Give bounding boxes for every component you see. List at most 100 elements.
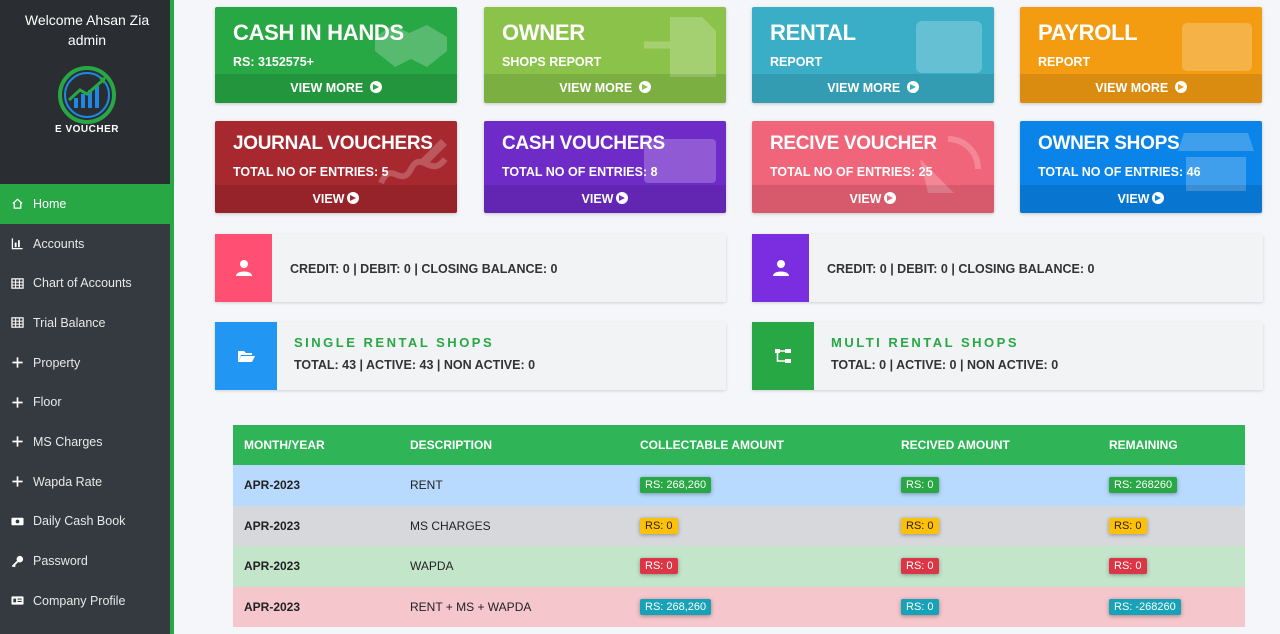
amount-badge: RS: 0 xyxy=(1109,517,1147,534)
sidebar-item-password[interactable]: Password xyxy=(0,541,174,581)
amazon-pay-icon xyxy=(1182,23,1252,71)
box-subtitle: TOTAL NO OF ENTRIES: 25 xyxy=(770,165,933,179)
folder-open-icon xyxy=(215,322,277,390)
month-cell: APR-2023 xyxy=(233,505,399,546)
view-more-link[interactable]: VIEW MORE xyxy=(484,74,726,103)
user-tie-icon xyxy=(215,234,272,302)
recive-voucher-box: RECIVE VOUCHER TOTAL NO OF ENTRIES: 25 V… xyxy=(752,121,994,213)
month-cell: APR-2023 xyxy=(233,465,399,506)
amount-badge: RS: 0 xyxy=(901,517,939,534)
cash-in-hands-box: CASH IN HANDS RS: 3152575+ VIEW MORE xyxy=(215,7,457,103)
received-cell: RS: 0 xyxy=(890,546,1098,587)
box-subtitle: REPORT xyxy=(1038,55,1091,69)
box-title: PAYROLL xyxy=(1038,20,1138,45)
sidebar-item-label: Wapda Rate xyxy=(33,474,103,489)
sidebar-item-daily-cash-book[interactable]: Daily Cash Book xyxy=(0,502,174,542)
table-row: APR-2023 MS CHARGES RS: 0 RS: 0 RS: 0 xyxy=(233,505,1245,546)
arrow-circle-right-icon xyxy=(884,192,897,204)
sitemap-icon xyxy=(752,322,814,390)
balance-info-box: CREDIT: 0 | DEBIT: 0 | CLOSING BALANCE: … xyxy=(215,234,726,302)
sidebar-item-wapda-rate[interactable]: Wapda Rate xyxy=(0,462,174,502)
sidebar-item-property[interactable]: Property xyxy=(0,343,174,383)
view-link[interactable]: VIEW xyxy=(1020,185,1262,213)
owner-box: OWNER SHOPS REPORT VIEW MORE xyxy=(484,7,726,103)
sidebar-item-label: Accounts xyxy=(33,236,85,251)
cash-vouchers-box: CASH VOUCHERS TOTAL NO OF ENTRIES: 8 VIE… xyxy=(484,121,726,213)
remaining-cell: RS: -268260 xyxy=(1098,586,1245,627)
month-cell: APR-2023 xyxy=(233,546,399,587)
sidebar-item-trial-balance[interactable]: Trial Balance xyxy=(0,303,174,343)
multi-rental-shops-box[interactable]: MULTI RENTAL SHOPS TOTAL: 0 | ACTIVE: 0 … xyxy=(752,322,1263,390)
sidebar-accent xyxy=(170,0,174,634)
remaining-cell: RS: 0 xyxy=(1098,505,1245,546)
sidebar-item-home[interactable]: Home xyxy=(0,184,174,224)
sidebar-item-company-profile[interactable]: Company Profile xyxy=(0,581,174,621)
sidebar-item-label: Password xyxy=(33,554,88,569)
view-more-link[interactable]: VIEW MORE xyxy=(215,74,457,103)
sidebar-item-floor[interactable]: Floor xyxy=(0,382,174,422)
received-cell: RS: 0 xyxy=(890,465,1098,506)
table-row: APR-2023 RENT + MS + WAPDA RS: 268,260 R… xyxy=(233,586,1245,627)
box-title: RECIVE VOUCHER xyxy=(770,133,937,154)
column-header: DESCRIPTION xyxy=(399,425,629,465)
sidebar-item-ms-charges[interactable]: MS Charges xyxy=(0,422,174,462)
view-more-link[interactable]: VIEW MORE xyxy=(752,74,994,103)
description-cell: MS CHARGES xyxy=(399,505,629,546)
file-import-icon xyxy=(644,17,716,77)
sidebar-item-accounts[interactable]: Accounts xyxy=(0,224,174,264)
plus-icon xyxy=(10,356,24,370)
sidebar-item-label: Daily Cash Book xyxy=(33,514,126,529)
collectable-cell: RS: 268,260 xyxy=(629,465,890,506)
balance-text: CREDIT: 0 | DEBIT: 0 | CLOSING BALANCE: … xyxy=(827,262,1095,276)
view-link[interactable]: VIEW xyxy=(752,185,994,213)
user-tie-icon xyxy=(752,234,809,302)
arrow-circle-right-icon xyxy=(616,192,629,204)
amount-badge: RS: 0 xyxy=(640,558,678,575)
box-subtitle: SHOPS REPORT xyxy=(502,55,602,69)
column-header: RECIVED AMOUNT xyxy=(890,425,1098,465)
box-title: OWNER SHOPS xyxy=(1038,133,1180,154)
arrow-circle-right-icon xyxy=(906,81,919,93)
arrow-circle-right-icon xyxy=(369,81,382,93)
remaining-cell: RS: 0 xyxy=(1098,546,1245,587)
chart-icon xyxy=(10,237,24,251)
money-icon xyxy=(10,514,24,528)
single-rental-shops-box[interactable]: SINGLE RENTAL SHOPS TOTAL: 43 | ACTIVE: … xyxy=(215,322,726,390)
id-card-icon xyxy=(10,594,24,608)
list-alt-icon xyxy=(916,21,982,73)
table-row: APR-2023 RENT RS: 268,260 RS: 0 RS: 2682… xyxy=(233,465,1245,506)
view-link[interactable]: VIEW xyxy=(215,185,457,213)
box-subtitle: REPORT xyxy=(770,55,823,69)
sidebar: Welcome Ahsan Zia admin E VOUCHER Home A… xyxy=(0,0,174,634)
user-role: admin xyxy=(67,32,107,48)
received-cell: RS: 0 xyxy=(890,505,1098,546)
store-icon xyxy=(1178,133,1254,191)
evoucher-logo[interactable] xyxy=(53,64,121,126)
amount-badge: RS: 0 xyxy=(640,517,678,534)
info-title: MULTI RENTAL SHOPS xyxy=(831,335,1019,350)
box-title: CASH VOUCHERS xyxy=(502,133,665,154)
view-link[interactable]: VIEW xyxy=(484,185,726,213)
box-title: JOURNAL VOUCHERS xyxy=(233,133,433,154)
column-header: COLLECTABLE AMOUNT xyxy=(629,425,890,465)
welcome-text: Welcome Ahsan Zia xyxy=(24,12,150,28)
view-more-link[interactable]: VIEW MORE xyxy=(1020,74,1262,103)
plus-icon xyxy=(10,435,24,449)
amount-badge: RS: -268260 xyxy=(1109,598,1181,615)
plus-icon xyxy=(10,395,24,409)
amount-badge: RS: 268,260 xyxy=(640,598,712,615)
collectable-cell: RS: 0 xyxy=(629,505,890,546)
amount-badge: RS: 268,260 xyxy=(640,477,712,494)
info-title: SINGLE RENTAL SHOPS xyxy=(294,335,495,350)
amount-badge: RS: 0 xyxy=(901,558,939,575)
arrow-circle-right-icon xyxy=(638,81,651,93)
sidebar-item-label: Company Profile xyxy=(33,593,126,608)
arrow-circle-right-icon xyxy=(1174,81,1187,93)
sidebar-item-chart-of-accounts[interactable]: Chart of Accounts xyxy=(0,263,174,303)
description-cell: RENT xyxy=(399,465,629,506)
amount-badge: RS: 0 xyxy=(901,598,939,615)
sidebar-item-label: Floor xyxy=(33,395,62,410)
arrow-circle-right-icon xyxy=(347,192,360,204)
plus-icon xyxy=(10,475,24,489)
table-row: APR-2023 WAPDA RS: 0 RS: 0 RS: 0 xyxy=(233,546,1245,587)
